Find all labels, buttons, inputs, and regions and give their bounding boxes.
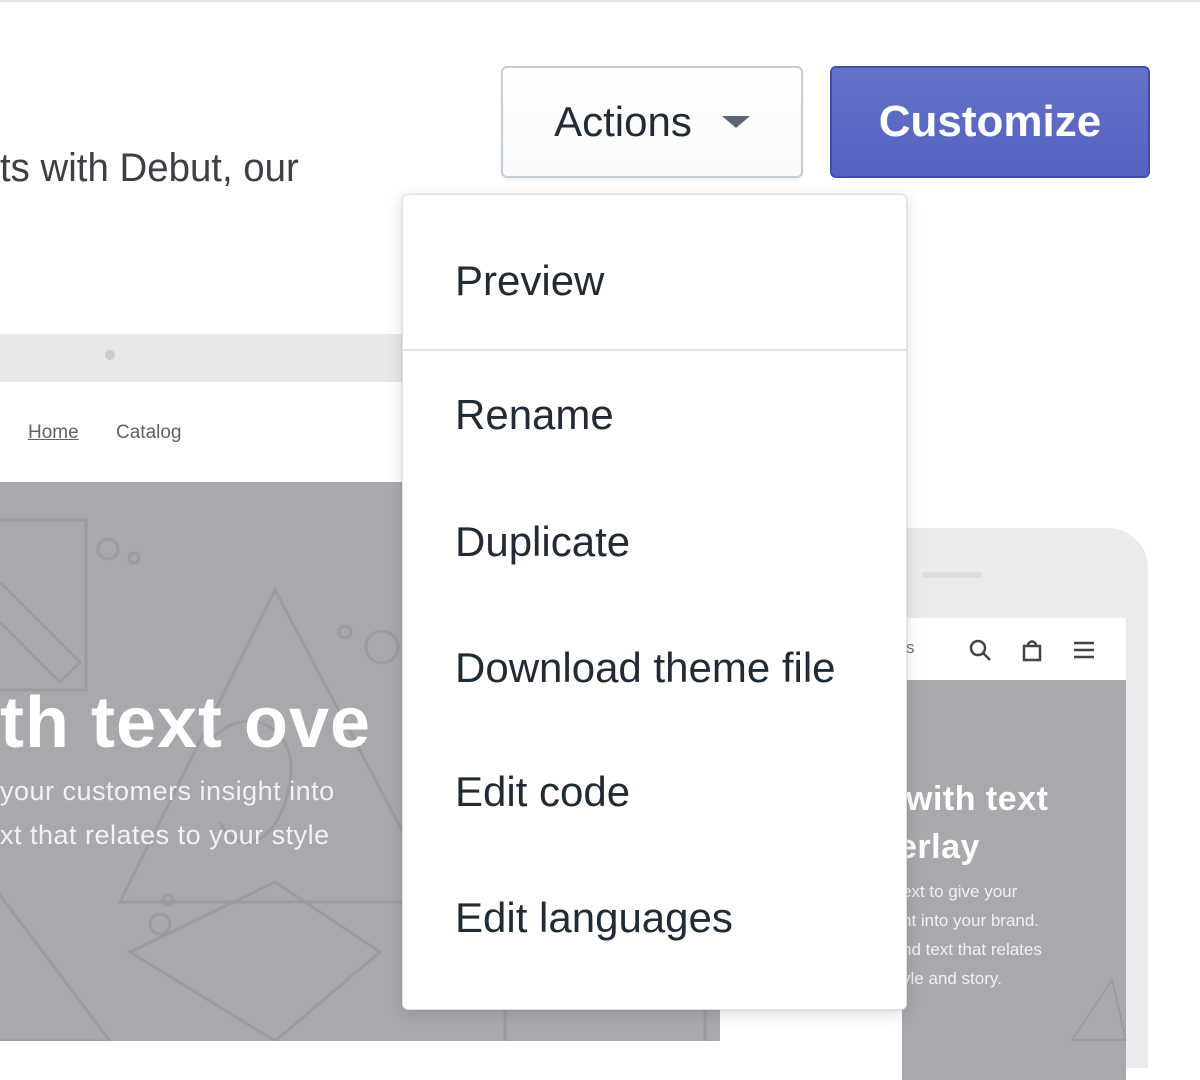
menu-item-preview[interactable]: Preview xyxy=(403,257,906,305)
phone-hero-text: ext to give your xyxy=(902,882,1018,901)
hamburger-menu-icon xyxy=(1074,641,1094,659)
caret-down-icon xyxy=(721,116,750,128)
menu-item-edit-languages[interactable]: Edit languages xyxy=(403,894,906,942)
theme-description: ts with Debut, our xyxy=(0,146,299,190)
actions-menu: Preview Rename Duplicate Download theme … xyxy=(402,194,907,1010)
menu-divider xyxy=(403,349,906,351)
browser-dot xyxy=(105,350,115,360)
search-icon xyxy=(969,639,991,661)
customize-button[interactable]: Customize xyxy=(830,66,1150,178)
hero-title: th text ove xyxy=(0,683,372,763)
menu-item-rename[interactable]: Rename xyxy=(403,391,906,439)
phone-hero-text: ht into your brand. xyxy=(902,911,1040,930)
menu-item-download-theme-file[interactable]: Download theme file xyxy=(403,644,906,692)
hero-text-line: your customers insight into xyxy=(0,776,335,806)
phone-hero-title: with text xyxy=(906,780,1049,818)
mobile-theme-preview: s with text erlay ext to give your ht in… xyxy=(898,528,1148,1080)
phone-hero-image xyxy=(902,680,1126,1080)
menu-item-edit-code[interactable]: Edit code xyxy=(403,768,906,816)
hero-text-line: xt that relates to your style xyxy=(0,820,330,850)
phone-header-text: s xyxy=(906,638,915,657)
cart-icon xyxy=(1022,640,1042,662)
nav-link-home: Home xyxy=(28,422,79,443)
phone-hero-illustration xyxy=(1070,977,1126,1041)
actions-button-label: Actions xyxy=(554,98,692,145)
actions-button[interactable]: Actions xyxy=(501,66,803,178)
phone-hero-title: erlay xyxy=(898,828,980,866)
phone-speaker xyxy=(922,572,982,578)
phone-header: s xyxy=(902,618,1126,680)
nav-link-catalog: Catalog xyxy=(116,422,182,443)
phone-hero-text: yle and story. xyxy=(902,969,1002,988)
menu-item-duplicate[interactable]: Duplicate xyxy=(403,518,906,566)
top-divider xyxy=(0,0,1200,2)
phone-hero-text: nd text that relates xyxy=(902,940,1042,959)
